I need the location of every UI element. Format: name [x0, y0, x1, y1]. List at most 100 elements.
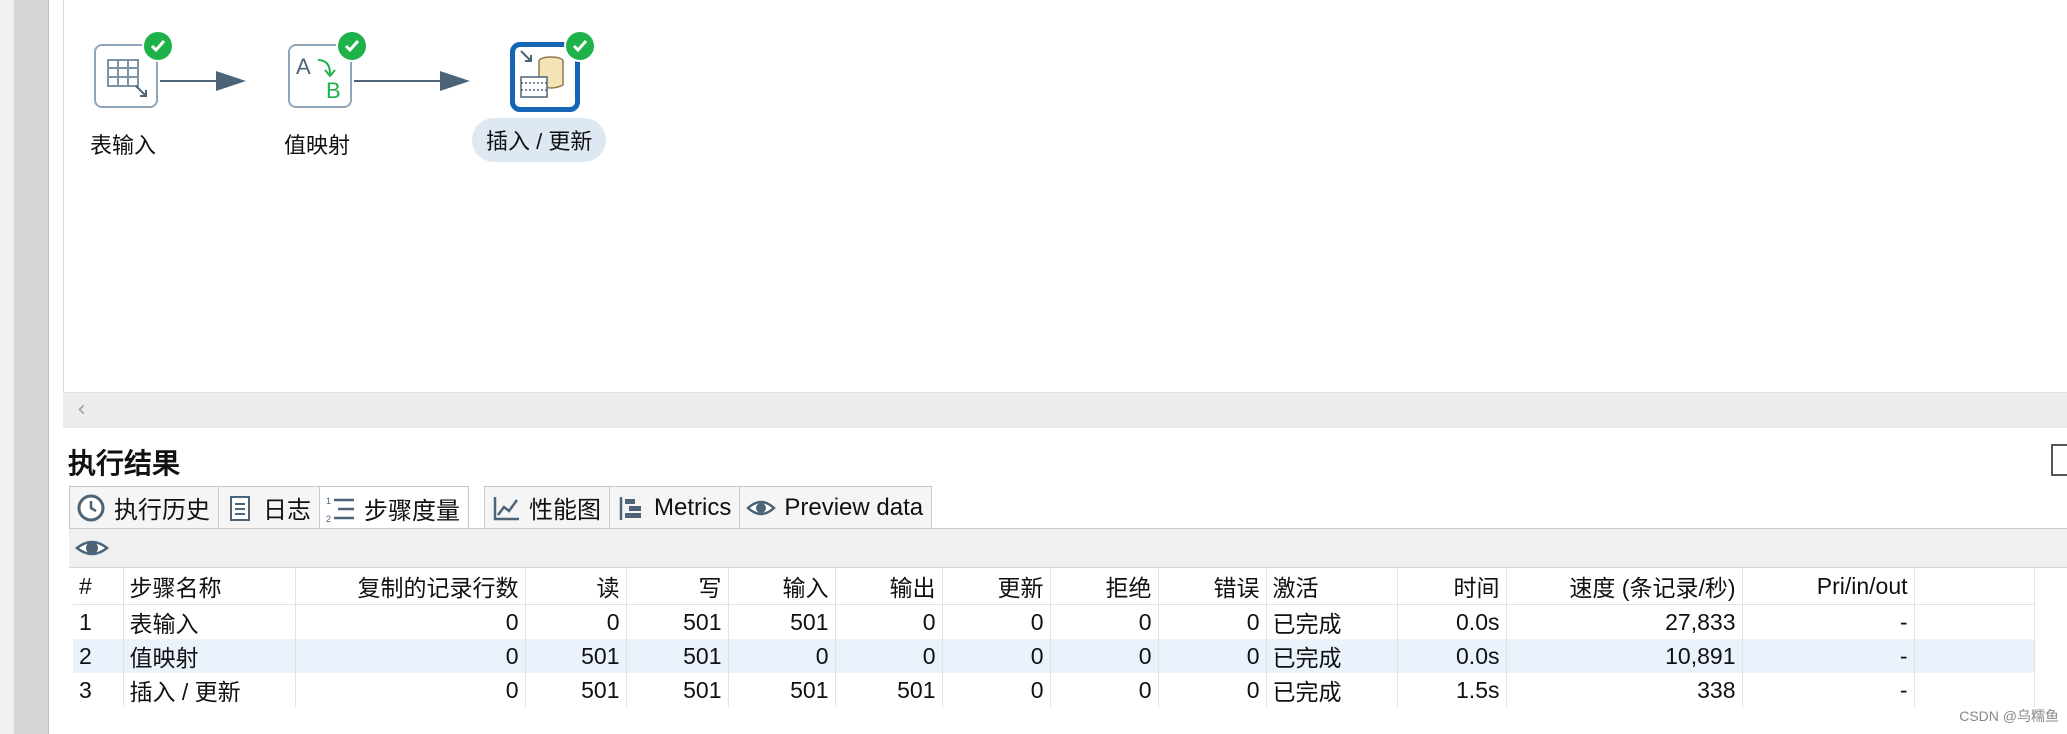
cell: 插入 / 更新	[123, 673, 296, 707]
cell: 501	[626, 639, 729, 673]
tab-label: Preview data	[784, 493, 924, 521]
col-header[interactable]: 输入	[728, 568, 836, 605]
cell: 0.0s	[1397, 604, 1507, 639]
cell: 值映射	[123, 639, 296, 673]
cell: 0	[942, 673, 1051, 707]
step-metrics-table: # 步骤名称 复制的记录行数 读 写 输入 输出 更新 拒绝 错误 激活 时间 …	[73, 568, 2035, 707]
svg-text:1: 1	[326, 496, 331, 506]
show-active-icon[interactable]	[74, 535, 110, 565]
execution-results-panel: 执行结果 执行历史 日志 12 步骤度量 性能图 Metrics Preview…	[63, 428, 2067, 734]
cell: 已完成	[1266, 673, 1398, 707]
cell: -	[1742, 604, 1915, 639]
cell: 0	[1050, 604, 1159, 639]
col-header[interactable]: 时间	[1397, 568, 1507, 605]
col-header-empty	[1914, 568, 2035, 605]
panel-title: 执行结果	[68, 448, 181, 479]
cell: 2	[73, 639, 124, 673]
col-header[interactable]: 更新	[942, 568, 1051, 605]
cell: 0	[942, 604, 1051, 639]
cell: 3	[73, 673, 124, 707]
cell: 501	[626, 604, 729, 639]
left-gutter	[0, 0, 14, 734]
table-row[interactable]: 3 插入 / 更新 0 501 501 501 501 0 0 0 已完成 1.…	[73, 673, 2035, 707]
cell: 0	[835, 639, 943, 673]
transformation-canvas[interactable]: 表输入 A B 值映射 插入 / 更新	[63, 0, 2067, 392]
col-header[interactable]: 复制的记录行数	[295, 568, 526, 605]
tab-label: Metrics	[654, 493, 732, 521]
svg-text:A: A	[296, 54, 311, 79]
step-label: 表输入	[90, 133, 157, 158]
log-icon	[225, 493, 255, 523]
scroll-left-icon[interactable]: ‹	[77, 397, 86, 422]
eye-icon	[746, 493, 777, 523]
cell: 0	[942, 639, 1051, 673]
cell: 501	[728, 604, 836, 639]
metrics-toolbar	[69, 529, 2067, 568]
cell: 0.0s	[1397, 639, 1507, 673]
tab-label: 步骤度量	[364, 498, 460, 525]
cell: 0	[1158, 639, 1267, 673]
cell: 0	[1158, 673, 1267, 707]
step-label: 值映射	[284, 133, 351, 158]
cell: 501	[525, 673, 627, 707]
cell: 10,891	[1506, 639, 1743, 673]
col-header[interactable]: 速度 (条记录/秒)	[1506, 568, 1743, 605]
col-header[interactable]: 读	[525, 568, 627, 605]
horizontal-scrollbar[interactable]: ‹	[63, 392, 2067, 430]
tab-execution-history[interactable]: 执行历史	[69, 486, 219, 528]
col-header[interactable]: Pri/in/out	[1742, 568, 1915, 605]
chart-icon	[491, 493, 521, 523]
tab-performance-graph[interactable]: 性能图	[484, 486, 610, 528]
col-header[interactable]: 激活	[1266, 568, 1398, 605]
tab-preview-data[interactable]: Preview data	[739, 486, 933, 528]
vertical-scrollbar[interactable]	[14, 0, 49, 734]
cell: 27,833	[1506, 604, 1743, 639]
cell: 0	[295, 604, 526, 639]
svg-text:B: B	[326, 78, 341, 103]
cell: -	[1742, 673, 1915, 707]
table-row[interactable]: 1 表输入 0 0 501 501 0 0 0 0 已完成 0.0s 27,83…	[73, 604, 2035, 639]
cell: 0	[835, 604, 943, 639]
watermark: CSDN @乌糯鱼	[1959, 708, 2059, 724]
cell: 0	[728, 639, 836, 673]
maximize-icon[interactable]	[2051, 444, 2067, 476]
cell: 0	[295, 673, 526, 707]
svg-text:2: 2	[326, 514, 331, 524]
tab-metrics[interactable]: Metrics	[609, 486, 741, 528]
cell: 501	[626, 673, 729, 707]
col-header[interactable]: 写	[626, 568, 729, 605]
col-header[interactable]: 输出	[835, 568, 943, 605]
success-check-icon	[336, 30, 368, 62]
hop-arrow[interactable]	[354, 80, 444, 82]
cell: 338	[1506, 673, 1743, 707]
hop-arrow[interactable]	[160, 80, 220, 82]
tab-log[interactable]: 日志	[218, 486, 320, 528]
tab-step-metrics[interactable]: 12 步骤度量	[319, 486, 469, 530]
cell: 501	[835, 673, 943, 707]
cell: 1.5s	[1397, 673, 1507, 707]
cell: 501	[728, 673, 836, 707]
step-metrics-icon: 12	[326, 494, 356, 524]
cell-empty	[1914, 639, 2035, 673]
clock-icon	[76, 493, 106, 523]
cell: 0	[1050, 673, 1159, 707]
cell: 0	[295, 639, 526, 673]
hop-arrow-head	[440, 71, 470, 91]
table-row[interactable]: 2 值映射 0 501 501 0 0 0 0 0 已完成 0.0s 10,89…	[73, 639, 2035, 673]
cell: 501	[525, 639, 627, 673]
success-check-icon	[142, 30, 174, 62]
cell: 已完成	[1266, 639, 1398, 673]
metrics-icon	[616, 493, 646, 523]
success-check-icon	[564, 30, 596, 62]
tab-label: 执行历史	[114, 497, 210, 524]
col-header[interactable]: 步骤名称	[123, 568, 296, 605]
cell: 0	[1050, 639, 1159, 673]
cell: 0	[525, 604, 627, 639]
cell: -	[1742, 639, 1915, 673]
cell-empty	[1914, 673, 2035, 707]
col-header[interactable]: 拒绝	[1050, 568, 1159, 605]
cell: 1	[73, 604, 124, 639]
col-header[interactable]: #	[73, 568, 124, 605]
cell: 0	[1158, 604, 1267, 639]
col-header[interactable]: 错误	[1158, 568, 1267, 605]
